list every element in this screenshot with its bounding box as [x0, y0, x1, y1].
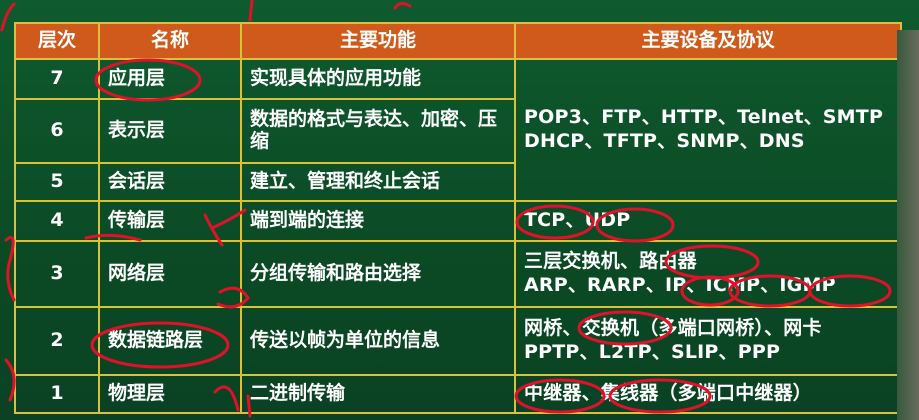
protocol-line: DHCP、TFTP、SNMP、DNS: [524, 130, 805, 152]
row-level: 7: [14, 58, 100, 100]
row-name: 应用层: [98, 58, 242, 100]
protocol-line: 网桥、交换机（多端口网桥）、网卡: [524, 317, 822, 340]
table-row: 4 传输层 端到端的连接 TCP、UDP: [14, 200, 902, 242]
row-name: 表示层: [98, 98, 242, 164]
table-row: 2 数据链路层 传送以帧为单位的信息 网桥、交换机（多端口网桥）、网卡 PPTP…: [14, 306, 902, 376]
transport-protocols: TCP、UDP: [514, 200, 902, 242]
row-function: 端到端的连接: [240, 200, 516, 242]
row-level: 3: [14, 240, 100, 308]
row-name: 数据链路层: [98, 306, 242, 376]
header-level: 层次: [14, 22, 100, 60]
table-header-row: 层次 名称 主要功能 主要设备及协议: [14, 22, 902, 60]
row-function: 二进制传输: [240, 374, 516, 414]
header-function: 主要功能: [240, 22, 516, 60]
row-name: 物理层: [98, 374, 242, 414]
protocol-line: PPTP、L2TP、SLIP、PPP: [524, 341, 781, 363]
row-function: 建立、管理和终止会话: [240, 162, 516, 202]
upper-layer-protocols: POP3、FTP、HTTP、Telnet、SMTP DHCP、TFTP、SNMP…: [514, 58, 902, 202]
row-function: 传送以帧为单位的信息: [240, 306, 516, 376]
row-level: 1: [14, 374, 100, 414]
presenter-edge: [897, 30, 919, 420]
protocol-line: POP3、FTP、HTTP、Telnet、SMTP: [524, 106, 884, 129]
row-level: 2: [14, 306, 100, 376]
protocol-line: ARP、RARP、IP、ICMP、IGMP: [524, 274, 836, 296]
table-row: 7 应用层 实现具体的应用功能 POP3、FTP、HTTP、Telnet、SMT…: [14, 58, 902, 202]
row-level: 5: [14, 162, 100, 202]
table-row: 1 物理层 二进制传输 中继器、集线器（多端口中继器）: [14, 374, 902, 414]
row-function: 实现具体的应用功能: [240, 58, 516, 100]
row-level: 6: [14, 98, 100, 164]
network-protocols: 三层交换机、路由器 ARP、RARP、IP、ICMP、IGMP: [514, 240, 902, 308]
header-protocols: 主要设备及协议: [514, 22, 902, 60]
protocol-line: 三层交换机、路由器: [524, 250, 697, 273]
datalink-protocols: 网桥、交换机（多端口网桥）、网卡 PPTP、L2TP、SLIP、PPP: [514, 306, 902, 376]
physical-protocols: 中继器、集线器（多端口中继器）: [514, 374, 902, 414]
header-name: 名称: [98, 22, 242, 60]
row-name: 网络层: [98, 240, 242, 308]
table-row: 3 网络层 分组传输和路由选择 三层交换机、路由器 ARP、RARP、IP、IC…: [14, 240, 902, 308]
row-name: 传输层: [98, 200, 242, 242]
row-level: 4: [14, 200, 100, 242]
row-function: 数据的格式与表达、加密、压缩: [240, 98, 516, 164]
osi-model-table: 层次 名称 主要功能 主要设备及协议 7 应用层 实现具体的应用功能 POP3、…: [14, 22, 902, 414]
row-name: 会话层: [98, 162, 242, 202]
row-function: 分组传输和路由选择: [240, 240, 516, 308]
